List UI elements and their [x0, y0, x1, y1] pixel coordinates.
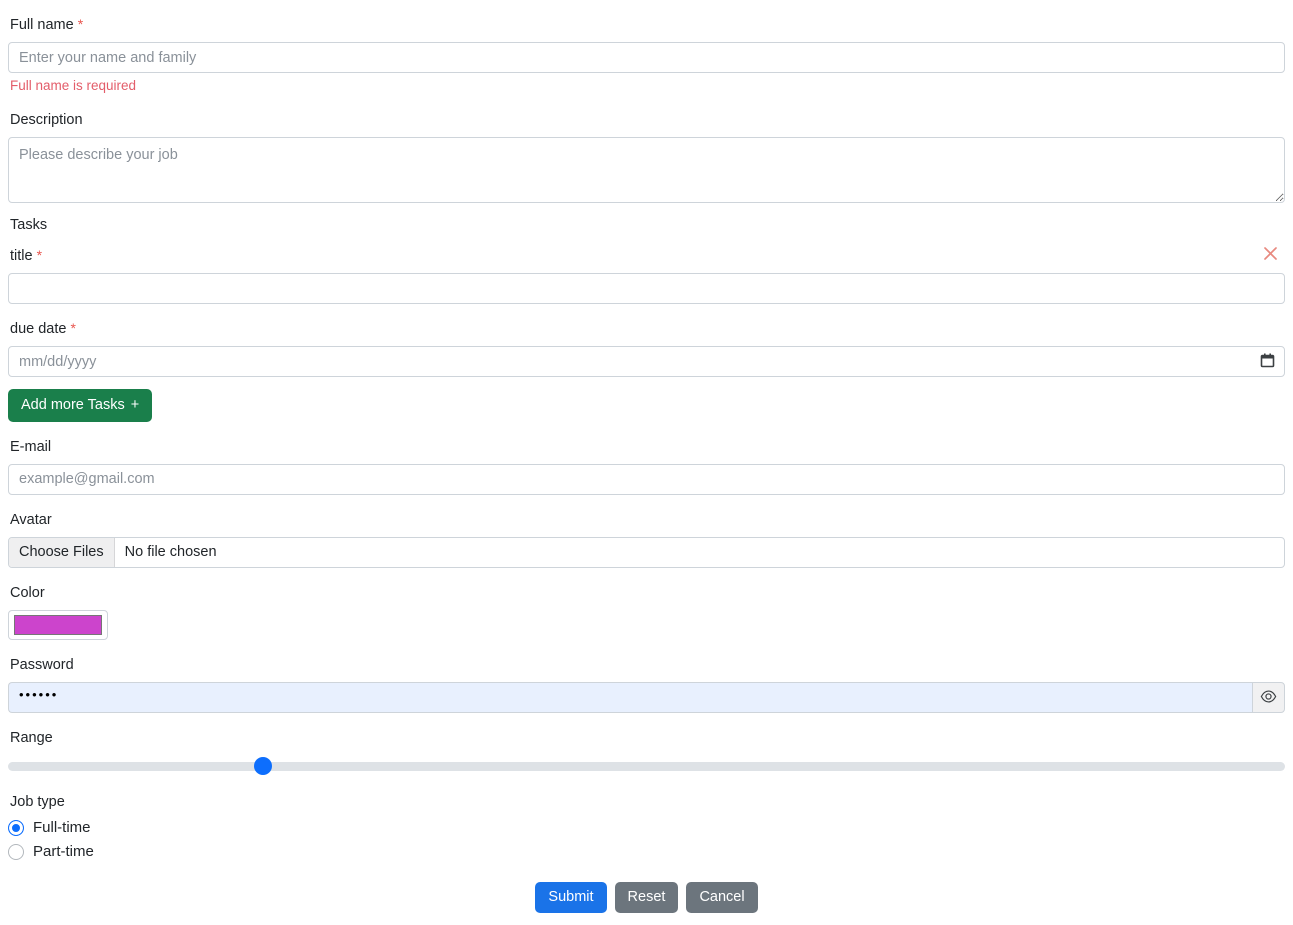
eye-icon: [1260, 688, 1277, 708]
toggle-password-visibility-button[interactable]: [1252, 682, 1285, 714]
color-picker-input[interactable]: [8, 609, 108, 640]
add-more-tasks-button[interactable]: Add more Tasks +: [8, 389, 153, 422]
radio-indicator[interactable]: [8, 819, 24, 836]
radio-option-full-time[interactable]: Full-time: [8, 819, 1285, 836]
file-chosen-status: No file chosen: [124, 544, 217, 561]
form-actions: Submit Reset Cancel: [8, 882, 1285, 913]
task-due-date-label-text: due date: [10, 320, 67, 337]
job-type-radio-group: Full-time Part-time: [8, 819, 1285, 860]
required-asterisk: *: [36, 246, 43, 263]
description-label: Description: [10, 111, 83, 128]
radio-label: Full-time: [33, 819, 91, 837]
required-asterisk: *: [77, 16, 84, 32]
task-title-label-text: title: [10, 247, 33, 264]
email-input[interactable]: [8, 463, 1285, 495]
full-name-error: Full name is required: [10, 78, 137, 94]
radio-label: Part-time: [33, 843, 94, 861]
task-due-date-label: due date *: [10, 320, 1285, 338]
task-due-date-wrapper: [8, 346, 1285, 378]
range-track: [8, 761, 1285, 771]
color-label: Color: [10, 584, 45, 601]
email-label: E-mail: [10, 438, 52, 455]
task-title-label: title *: [10, 247, 42, 265]
task-title-header: title *: [8, 247, 1285, 265]
choose-files-button[interactable]: Choose Files: [9, 537, 115, 567]
color-swatch: [14, 614, 102, 635]
close-x-icon: [1262, 245, 1279, 262]
plus-icon: +: [130, 397, 140, 414]
cancel-button[interactable]: Cancel: [686, 882, 758, 913]
full-name-label-text: Full name: [10, 17, 74, 33]
full-name-label: Full name *: [10, 16, 1285, 34]
range-slider[interactable]: [8, 755, 1285, 777]
range-label: Range: [10, 730, 53, 747]
password-label: Password: [10, 656, 74, 673]
avatar-label: Avatar: [10, 511, 52, 528]
description-textarea[interactable]: [8, 136, 1285, 203]
password-input[interactable]: ••••••: [8, 682, 1252, 714]
job-form: Full name * Full name is required Descri…: [0, 0, 1293, 913]
task-due-date-input[interactable]: [8, 346, 1285, 378]
tasks-group-label: Tasks: [10, 216, 48, 233]
password-input-group: ••••••: [8, 682, 1285, 714]
submit-button[interactable]: Submit: [535, 882, 607, 913]
radio-option-part-time[interactable]: Part-time: [8, 843, 1285, 860]
remove-task-button[interactable]: [1259, 243, 1281, 265]
full-name-input[interactable]: [8, 42, 1285, 74]
avatar-file-input[interactable]: Choose Files No file chosen: [8, 536, 1285, 568]
radio-indicator[interactable]: [8, 843, 24, 860]
job-type-label: Job type: [10, 794, 65, 811]
add-more-tasks-label: Add more Tasks: [21, 397, 125, 414]
required-asterisk: *: [70, 319, 76, 336]
reset-button[interactable]: Reset: [614, 882, 679, 913]
range-thumb[interactable]: [254, 757, 273, 776]
task-item: title * due date *: [8, 247, 1285, 378]
task-title-input[interactable]: [8, 272, 1285, 304]
